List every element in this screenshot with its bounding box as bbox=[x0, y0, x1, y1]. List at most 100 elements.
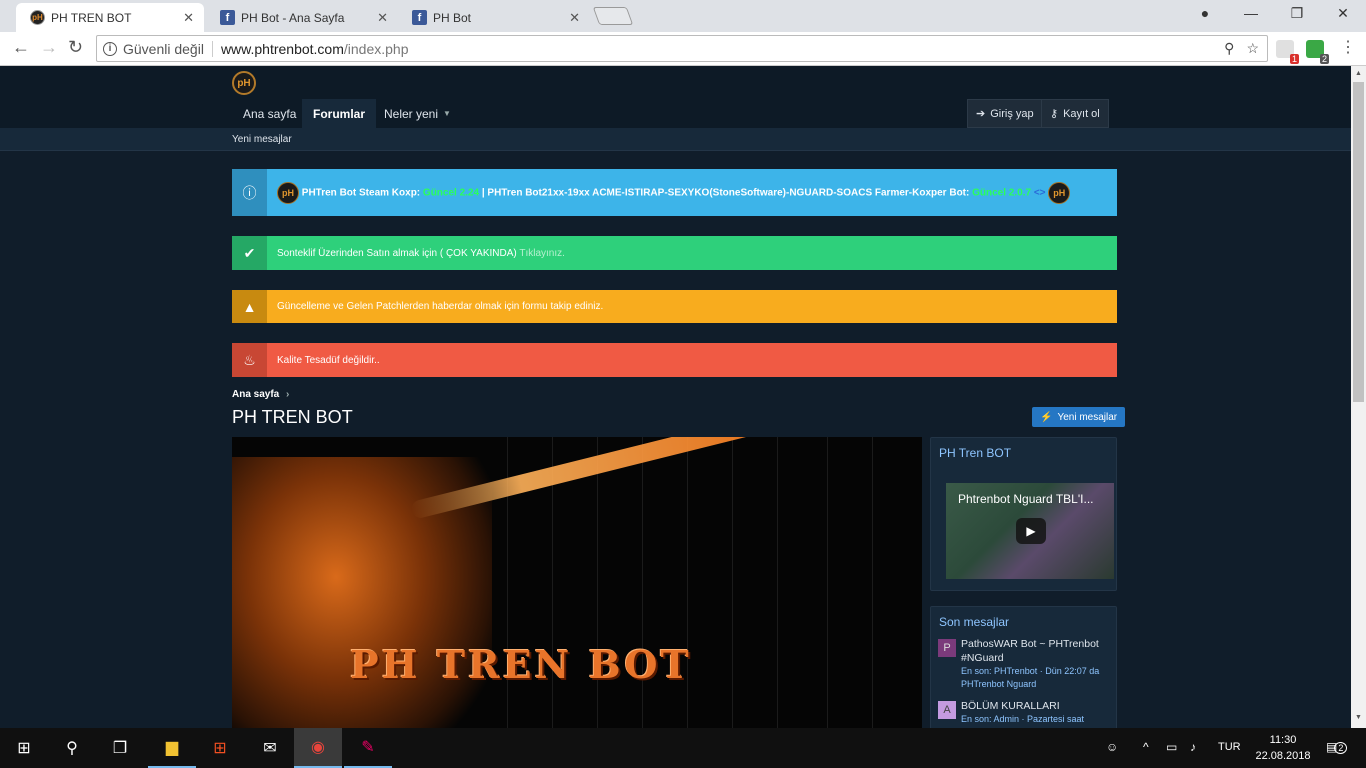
notice-info-tail: <> bbox=[1033, 187, 1046, 199]
avatar[interactable]: P bbox=[938, 639, 956, 657]
site-logo[interactable]: pH bbox=[232, 71, 256, 95]
nav-forums[interactable]: Forumlar bbox=[302, 99, 377, 128]
tab-close-icon[interactable]: ✕ bbox=[377, 10, 388, 26]
notice-success-link[interactable]: Tıklayınız. bbox=[519, 248, 565, 259]
notice-danger-text: Kalite Tesadüf değildir.. bbox=[277, 354, 380, 366]
clock[interactable]: 11:30 22.08.2018 bbox=[1248, 732, 1318, 764]
forward-arrow-icon[interactable]: → bbox=[40, 37, 58, 58]
back-arrow-icon[interactable]: ← bbox=[12, 37, 30, 58]
notice-success-text: Sonteklif Üzerinden Satın almak için ( Ç… bbox=[277, 247, 517, 259]
minimize-icon[interactable]: — bbox=[1236, 5, 1266, 21]
separator bbox=[211, 40, 213, 57]
tab-close-icon[interactable]: ✕ bbox=[569, 10, 580, 26]
address-bar[interactable]: i Güvenli değil www.phtrenbot.com /index… bbox=[96, 35, 1268, 62]
block-title[interactable]: Son mesajlar bbox=[931, 607, 1116, 629]
notice-info-link1[interactable]: Güncel 2.24 bbox=[423, 187, 479, 198]
search-icon[interactable]: ⚲ bbox=[48, 728, 96, 768]
extension-check-icon[interactable]: 2 bbox=[1306, 40, 1329, 64]
nav-home[interactable]: Ana sayfa bbox=[232, 99, 307, 128]
info-circle-icon: ⓘ bbox=[232, 169, 267, 216]
warning-triangle-icon: ▲ bbox=[232, 290, 267, 323]
extension-shield-icon[interactable]: 1 bbox=[1276, 40, 1299, 64]
browser-tab-ph-bot-ana-sayfa[interactable]: f PH Bot - Ana Sayfa ✕ bbox=[206, 3, 398, 32]
scroll-up-icon[interactable]: ▲ bbox=[1351, 70, 1366, 77]
notice-info: ⓘ pH PHTren Bot Steam Koxp: Güncel 2.24 … bbox=[232, 169, 1117, 216]
file-explorer-icon[interactable]: ▆ bbox=[148, 728, 196, 768]
tab-title: PH TREN BOT bbox=[51, 10, 132, 25]
tray-chevron-up-icon[interactable]: ^ bbox=[1143, 740, 1149, 754]
list-item: A BÖLÜM KURALLARI En son: Admin · Pazart… bbox=[938, 699, 1114, 726]
post-meta[interactable]: En son: Admin · Pazartesi saat bbox=[961, 713, 1114, 726]
facebook-favicon-icon: f bbox=[412, 10, 427, 25]
banner-title: PH TREN BOT bbox=[350, 642, 692, 687]
ph-logo-badge: pH bbox=[277, 181, 299, 204]
restore-icon[interactable]: ❐ bbox=[1282, 5, 1312, 22]
subnav-new-posts[interactable]: Yeni mesajlar bbox=[232, 134, 292, 145]
avatar[interactable]: A bbox=[938, 701, 956, 719]
info-icon[interactable]: i bbox=[103, 41, 117, 56]
notice-info-link2[interactable]: Güncel 2.0.7 bbox=[972, 187, 1031, 198]
notice-warning: ▲ Güncelleme ve Gelen Patchlerden haberd… bbox=[232, 290, 1117, 323]
video-embed[interactable]: Phtrenbot Nguard TBL'I... ▶ bbox=[946, 483, 1114, 579]
check-icon: ✔ bbox=[232, 236, 267, 270]
breadcrumb: Ana sayfa › bbox=[232, 389, 289, 400]
block-title[interactable]: PH Tren BOT bbox=[931, 438, 1116, 460]
browser-menu-icon[interactable]: ⋮ bbox=[1340, 37, 1356, 57]
sub-navigation: Yeni mesajlar bbox=[0, 128, 1351, 151]
clock-date: 22.08.2018 bbox=[1255, 750, 1311, 762]
clock-time: 11:30 bbox=[1269, 734, 1297, 746]
windows-start-icon[interactable]: ⊞ bbox=[0, 728, 48, 768]
people-icon[interactable]: ☺ bbox=[1106, 740, 1118, 754]
sidebar-latest-posts: Son mesajlar P PathosWAR Bot ~ PHTrenbot… bbox=[930, 606, 1117, 728]
scrollbar-thumb[interactable] bbox=[1353, 82, 1364, 402]
login-icon: ➔ bbox=[976, 108, 986, 120]
notice-info-text2: | PHTren Bot21xx-19xx ACME-ISTIRAP-SEXYK… bbox=[481, 187, 970, 199]
page-scrollbar[interactable]: ▲ ▼ bbox=[1351, 66, 1366, 728]
nav-whats-new[interactable]: Neler yeni ▼ bbox=[373, 99, 462, 128]
scroll-down-icon[interactable]: ▼ bbox=[1351, 714, 1366, 721]
notification-count: 2 bbox=[1334, 742, 1348, 754]
language-indicator[interactable]: TUR bbox=[1218, 741, 1241, 753]
chrome-icon[interactable]: ◉ bbox=[294, 728, 342, 768]
notification-center-icon[interactable]: ▤2 bbox=[1326, 740, 1348, 754]
site-header: pH Ana sayfa Forumlar Neler yeni ▼ ➔ Giriş… bbox=[0, 66, 1351, 128]
nav-label: Forumlar bbox=[313, 106, 366, 121]
browser-tab-ph-bot[interactable]: f PH Bot ✕ bbox=[398, 3, 590, 32]
profile-icon[interactable]: ● bbox=[1190, 5, 1220, 21]
notice-warning-text: Güncelleme ve Gelen Patchlerden haberdar… bbox=[277, 301, 604, 312]
breadcrumb-home[interactable]: Ana sayfa bbox=[232, 389, 279, 400]
new-posts-button[interactable]: ⚡ Yeni mesajlar bbox=[1032, 407, 1126, 427]
store-icon[interactable]: ⊞ bbox=[196, 728, 244, 768]
bookmark-star-icon[interactable]: ☆ bbox=[1246, 40, 1259, 57]
post-title[interactable]: PathosWAR Bot ~ PHTrenbot #NGuard bbox=[961, 637, 1114, 665]
ph-logo-badge: pH bbox=[1048, 181, 1071, 204]
nav-label: Ana sayfa bbox=[243, 106, 297, 121]
browser-tab-ph-tren-bot[interactable]: pH PH TREN BOT ✕ bbox=[16, 3, 204, 32]
new-tab-button[interactable] bbox=[592, 7, 634, 25]
window-close-icon[interactable]: ✕ bbox=[1328, 5, 1358, 22]
post-meta[interactable]: En son: PHTrenbot · Dün 22:07 da PHTrenb… bbox=[961, 665, 1114, 691]
new-posts-label: Yeni mesajlar bbox=[1057, 411, 1118, 423]
windows-taskbar: ⊞ ⚲ ❐ ▆ ⊞ ✉ ◉ ✎ ☺ ^ ▭ ♪ TUR 11:30 22.08.… bbox=[0, 728, 1366, 768]
video-title[interactable]: Phtrenbot Nguard TBL'I... bbox=[958, 492, 1093, 506]
task-view-icon[interactable]: ❐ bbox=[96, 728, 144, 768]
zoom-icon[interactable]: ⚲ bbox=[1224, 40, 1234, 57]
tab-close-icon[interactable]: ✕ bbox=[183, 10, 194, 26]
post-title[interactable]: BÖLÜM KURALLARI bbox=[961, 699, 1114, 713]
paint-icon[interactable]: ✎ bbox=[344, 728, 392, 768]
tab-title: PH Bot - Ana Sayfa bbox=[241, 10, 345, 25]
login-button[interactable]: ➔ Giriş yap bbox=[967, 99, 1043, 128]
reload-icon[interactable]: ↻ bbox=[68, 37, 83, 58]
security-label[interactable]: Güvenli değil bbox=[123, 41, 204, 57]
volume-icon[interactable]: ♪ bbox=[1190, 740, 1196, 754]
mail-icon[interactable]: ✉ bbox=[246, 728, 294, 768]
key-icon: ⚷ bbox=[1050, 108, 1059, 120]
network-icon[interactable]: ▭ bbox=[1166, 740, 1177, 754]
chevron-right-icon: › bbox=[286, 389, 290, 400]
notice-danger: ♨ Kalite Tesadüf değildir.. bbox=[232, 343, 1117, 377]
browser-tab-bar: pH PH TREN BOT ✕ f PH Bot - Ana Sayfa ✕ … bbox=[0, 0, 1366, 32]
register-button[interactable]: ⚷ Kayıt ol bbox=[1041, 99, 1109, 128]
play-icon[interactable]: ▶ bbox=[1016, 518, 1046, 544]
browser-toolbar: ← → ↻ i Güvenli değil www.phtrenbot.com … bbox=[0, 32, 1366, 66]
notice-success: ✔ Sonteklif Üzerinden Satın almak için (… bbox=[232, 236, 1117, 270]
